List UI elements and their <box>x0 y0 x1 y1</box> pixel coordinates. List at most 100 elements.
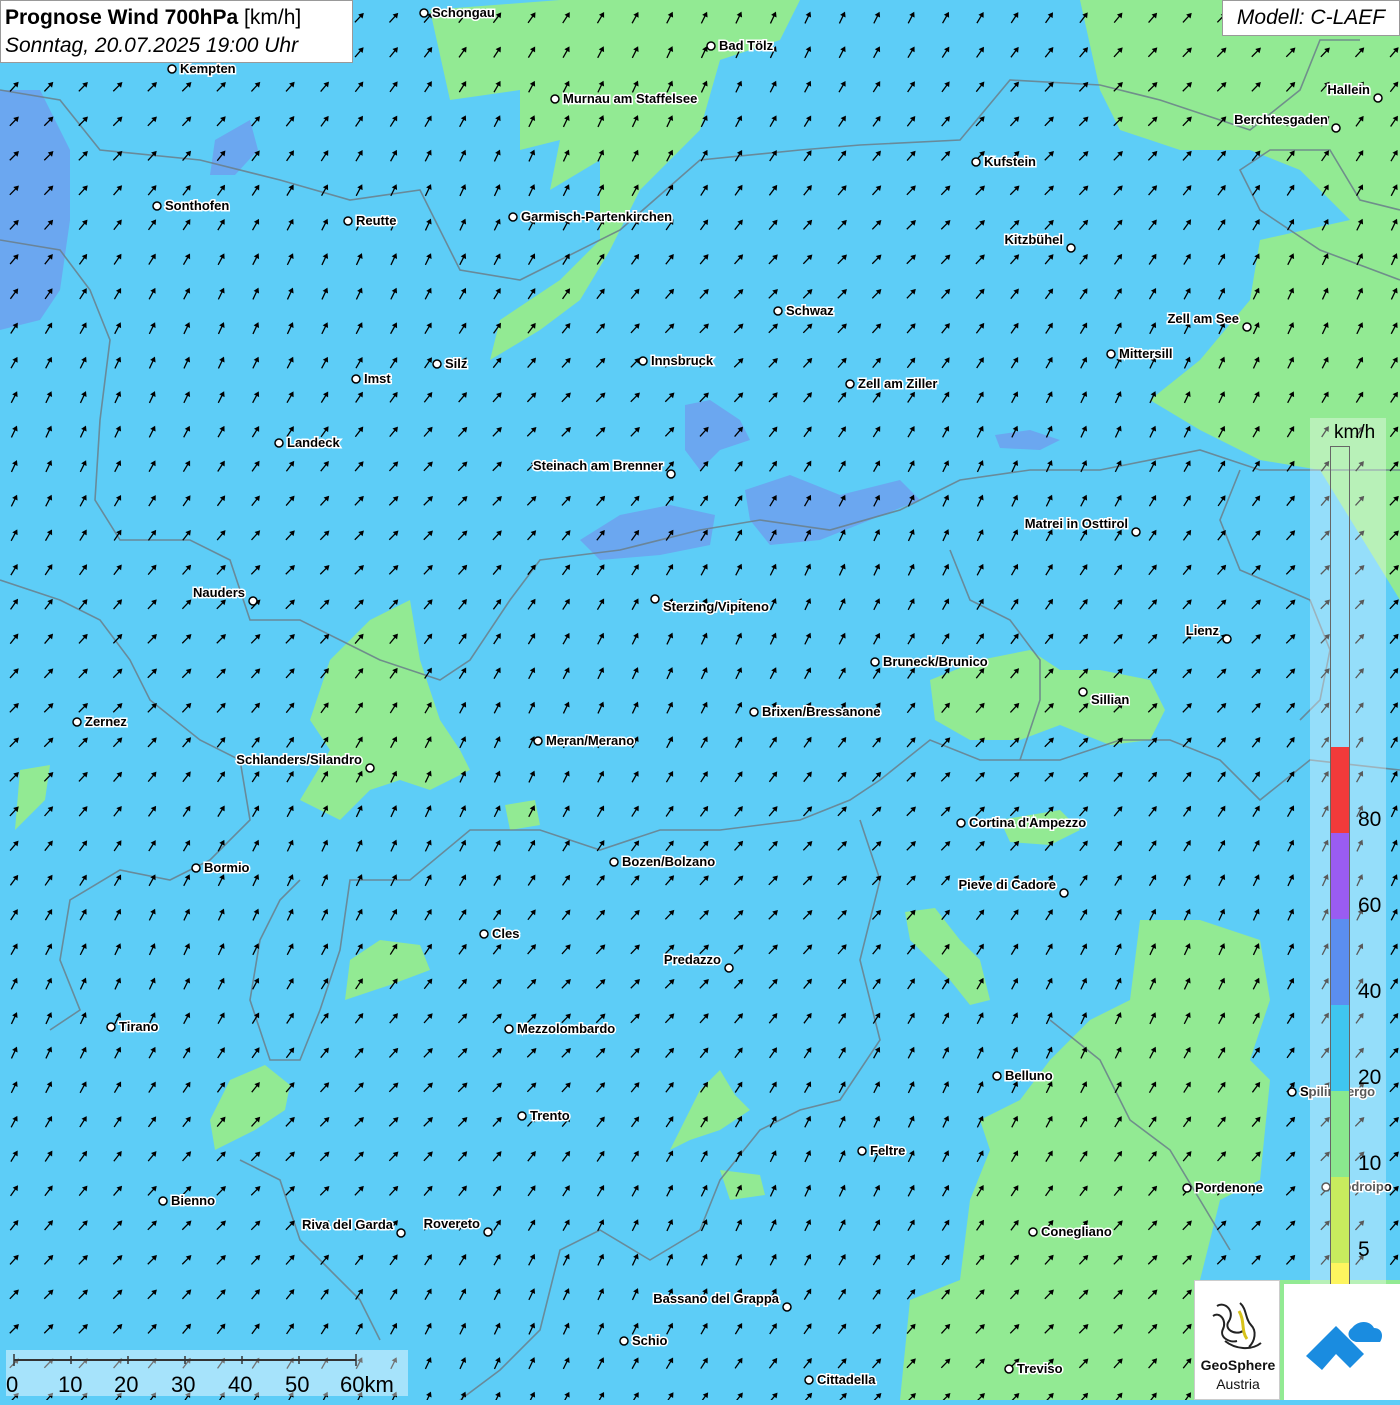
scale-label: 40 <box>228 1372 253 1397</box>
city-label: Murnau am Staffelsee <box>563 91 697 106</box>
city-marker: Murnau am Staffelsee <box>550 90 699 108</box>
city-dot <box>1131 527 1141 537</box>
city-dot <box>1078 687 1088 697</box>
scale-label: 50 <box>285 1372 310 1397</box>
city-dot <box>666 469 676 479</box>
map-title-box: Prognose Wind 700hPa [km/h] Sonntag, 20.… <box>0 0 353 63</box>
city-label: Cittadella <box>817 1372 876 1387</box>
city-label: Sonthofen <box>165 198 229 213</box>
map-title: Prognose Wind 700hPa [km/h] <box>5 4 348 32</box>
city-label: Steinach am Brenner <box>533 458 663 473</box>
city-label: Cortina d'Ampezzo <box>969 815 1086 830</box>
legend-colorbar <box>1330 446 1350 1350</box>
city-dot <box>106 1022 116 1032</box>
city-label: Treviso <box>1017 1361 1063 1376</box>
city-dot <box>191 863 201 873</box>
city-label: Berchtesgaden <box>1234 112 1328 127</box>
scale-label: 60km <box>340 1372 394 1397</box>
legend-label: 60 <box>1358 894 1382 917</box>
city-dot <box>857 1146 867 1156</box>
city-dot <box>508 212 518 222</box>
city-dot <box>483 1227 493 1237</box>
city-label: Pordenone <box>1195 1180 1263 1195</box>
city-label: Brixen/Bressanone <box>762 704 881 719</box>
city-label: Sillian <box>1091 692 1129 707</box>
city-dot <box>1331 123 1341 133</box>
city-label: Bad Tölz <box>719 38 774 53</box>
legend-label: 40 <box>1358 980 1382 1003</box>
scale-label: 0 <box>6 1372 19 1397</box>
legend-color-segment <box>1331 747 1349 833</box>
city-label: Zernez <box>85 714 127 729</box>
city-marker: Innsbruck <box>638 352 715 370</box>
city-label: Zell am Ziller <box>858 376 937 391</box>
geosphere-icon <box>1212 1302 1262 1349</box>
city-dot <box>517 1111 527 1121</box>
city-dot <box>845 379 855 389</box>
city-marker: Meran/Merano <box>533 732 636 750</box>
city-label: Zell am See <box>1167 311 1239 326</box>
city-label: Garmisch-Partenkirchen <box>521 209 672 224</box>
city-dot <box>956 818 966 828</box>
city-label: Sterzing/Vipiteno <box>663 599 769 614</box>
city-dot <box>971 157 981 167</box>
city-marker: Mezzolombardo <box>504 1020 617 1038</box>
city-dot <box>533 736 543 746</box>
city-dot <box>432 359 442 369</box>
app-logo <box>1284 1284 1400 1400</box>
city-marker: Bozen/Bolzano <box>609 853 717 871</box>
city-label: Feltre <box>870 1143 905 1158</box>
legend-color-segment <box>1331 1091 1349 1177</box>
city-dot <box>167 64 177 74</box>
legend-label: 10 <box>1358 1152 1382 1175</box>
city-dot <box>396 1228 406 1238</box>
city-label: Reutte <box>356 213 396 228</box>
city-label: Innsbruck <box>651 353 714 368</box>
city-label: Bruneck/Brunico <box>883 654 988 669</box>
city-marker: Cortina d'Ampezzo <box>956 814 1088 832</box>
city-dot <box>1242 322 1252 332</box>
city-marker: Brixen/Bressanone <box>749 703 882 721</box>
city-marker: Bruneck/Brunico <box>870 653 989 671</box>
city-marker: Pordenone <box>1182 1179 1264 1197</box>
city-label: Kitzbühel <box>1005 232 1064 247</box>
city-label: Bienno <box>171 1193 215 1208</box>
city-label: Silz <box>445 356 468 371</box>
city-label: Mittersill <box>1119 346 1172 361</box>
logo-sub: Austria <box>1216 1376 1260 1392</box>
city-dot <box>992 1071 1002 1081</box>
city-dot <box>158 1196 168 1206</box>
legend-unit: km/h <box>1334 422 1376 443</box>
city-dot <box>724 963 734 973</box>
legend-color-segment <box>1331 833 1349 919</box>
color-legend: km/h 051020406080 <box>1310 418 1386 1358</box>
city-marker: Zell am Ziller <box>845 375 939 393</box>
legend-color-segment <box>1331 1177 1349 1263</box>
wind-area-green <box>505 800 540 830</box>
mountain-logo-icon <box>1306 1322 1382 1370</box>
city-dot <box>351 374 361 384</box>
city-label: Meran/Merano <box>546 733 634 748</box>
city-dot <box>1066 243 1076 253</box>
city-label: Landeck <box>287 435 341 450</box>
legend-label: 80 <box>1358 808 1382 831</box>
city-label: Predazzo <box>664 952 721 967</box>
city-dot <box>504 1024 514 1034</box>
legend-label: 5 <box>1358 1238 1370 1261</box>
city-dot <box>870 657 880 667</box>
logo-name: GeoSphere <box>1200 1357 1276 1373</box>
city-label: Pieve di Cadore <box>958 877 1056 892</box>
city-dot <box>1182 1183 1192 1193</box>
city-label: Rovereto <box>424 1216 480 1231</box>
map-subtitle: Sonntag, 20.07.2025 19:00 Uhr <box>5 34 299 57</box>
city-dot <box>1222 634 1232 644</box>
city-dot <box>609 857 619 867</box>
city-label: Conegliano <box>1041 1224 1112 1239</box>
city-dot <box>248 596 258 606</box>
city-label: Kufstein <box>984 154 1036 169</box>
city-label: Hallein <box>1327 82 1370 97</box>
geosphere-logo: GeoSphere Austria <box>1194 1280 1280 1400</box>
city-label: Schlanders/Silandro <box>236 752 362 767</box>
city-label: Cles <box>492 926 519 941</box>
city-dot <box>550 94 560 104</box>
